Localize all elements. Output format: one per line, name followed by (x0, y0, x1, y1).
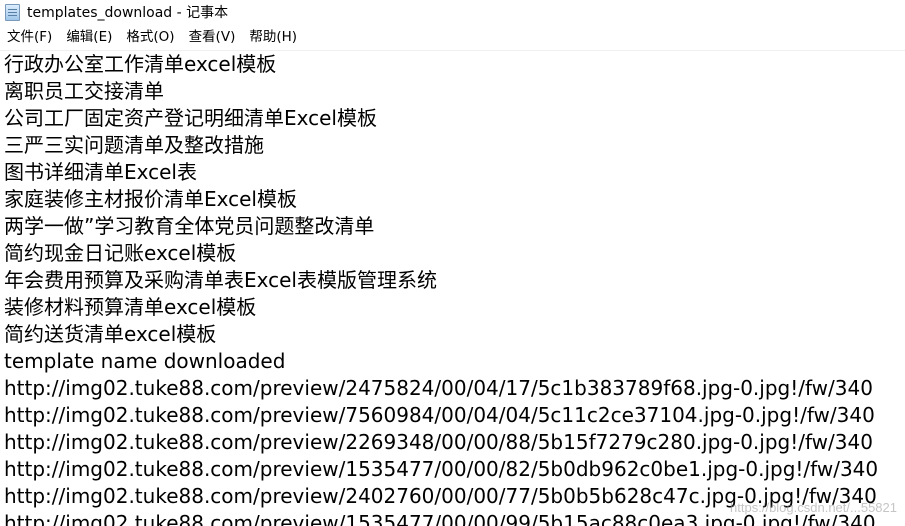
text-line: 离职员工交接清单 (4, 79, 164, 103)
window-title: templates_download - 记事本 (27, 5, 229, 21)
text-line: 简约现金日记账excel模板 (4, 241, 237, 265)
url-line: http://img02.tuke88.com/preview/2475824/… (4, 376, 873, 400)
url-line: http://img02.tuke88.com/preview/7560984/… (4, 403, 875, 427)
url-line: http://img02.tuke88.com/preview/1535477/… (4, 457, 879, 481)
menu-file[interactable]: 文件(F) (0, 26, 59, 48)
watermark: https://blog.csdn.net/...55821 (730, 500, 897, 515)
text-line: template name downloaded (4, 349, 286, 373)
text-line: 年会费用预算及采购清单表Excel表模版管理系统 (4, 268, 437, 292)
menu-edit[interactable]: 编辑(E) (59, 26, 119, 48)
menu-help[interactable]: 帮助(H) (242, 26, 304, 48)
menu-view[interactable]: 查看(V) (182, 26, 243, 48)
notepad-icon (5, 3, 20, 21)
text-line: 图书详细清单Excel表 (4, 160, 197, 184)
text-line: 公司工厂固定资产登记明细清单Excel模板 (4, 106, 377, 130)
text-line: 简约送货清单excel模板 (4, 322, 217, 346)
text-editor-area[interactable]: 行政办公室工作清单excel模板 离职员工交接清单 公司工厂固定资产登记明细清单… (0, 50, 905, 526)
menu-format[interactable]: 格式(O) (119, 26, 181, 48)
text-line: 家庭装修主材报价清单Excel模板 (4, 187, 297, 211)
text-line: 装修材料预算清单excel模板 (4, 295, 257, 319)
menu-bar: 文件(F) 编辑(E) 格式(O) 查看(V) 帮助(H) (0, 25, 905, 49)
text-line: 两学一做”学习教育全体党员问题整改清单 (4, 214, 375, 238)
title-bar: templates_download - 记事本 (0, 0, 905, 24)
text-line: 三严三实问题清单及整改措施 (4, 133, 264, 157)
url-line: http://img02.tuke88.com/preview/2269348/… (4, 430, 873, 454)
text-line: 行政办公室工作清单excel模板 (4, 52, 277, 76)
